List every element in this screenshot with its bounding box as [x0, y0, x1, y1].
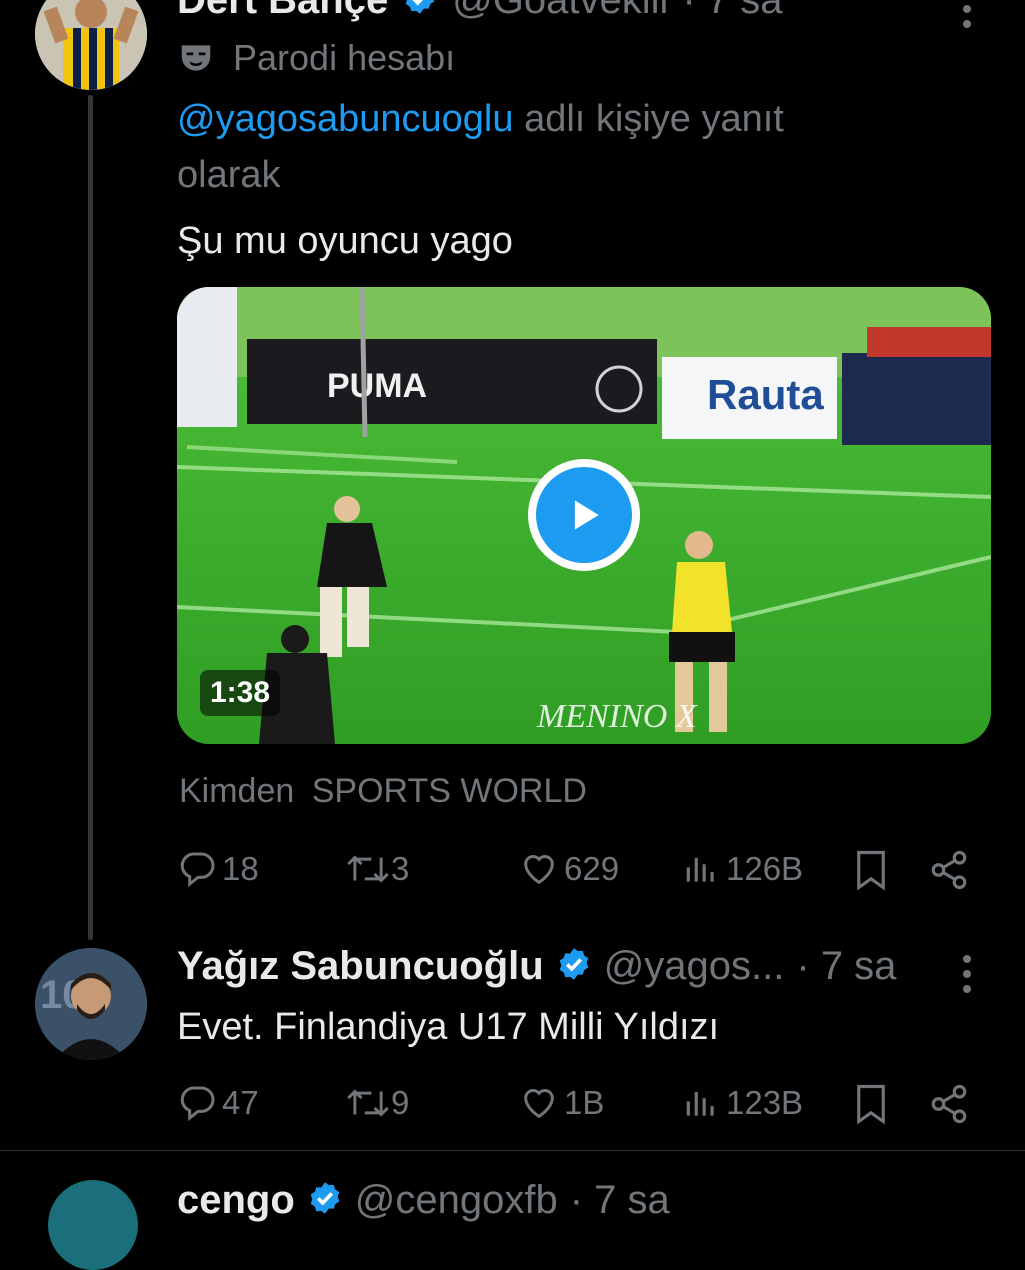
reply-button[interactable]: 47 [178, 1083, 259, 1123]
source-label: Kimden [179, 772, 295, 810]
heart-icon [524, 855, 554, 885]
bookmark-icon [857, 1084, 885, 1125]
source-attribution: Kimden SPORTS WORLD [179, 772, 587, 811]
avatar-image [35, 0, 147, 90]
more-options-icon[interactable] [961, 955, 973, 1000]
repost-button[interactable]: 9 [345, 1083, 409, 1123]
reply-to-link[interactable]: @yagosabuncuoglu [177, 98, 514, 140]
views-button[interactable]: 126B [682, 849, 803, 889]
video-duration: 1:38 [200, 670, 281, 716]
like-button[interactable]: 1B [518, 1083, 604, 1123]
like-button[interactable]: 629 [518, 849, 619, 889]
repost-icon [347, 1089, 389, 1117]
reply-count: 18 [222, 850, 259, 887]
verified-badge-icon [307, 1180, 343, 1221]
heart-icon [524, 1089, 554, 1119]
views-button[interactable]: 123B [682, 1083, 803, 1123]
tweet-header: cengo @cengoxfb · 7 sa [177, 1178, 670, 1223]
author-handle[interactable]: @Goatvekili [452, 0, 668, 23]
share-button[interactable] [928, 1083, 970, 1125]
reply-button[interactable]: 18 [178, 849, 259, 889]
play-icon [574, 500, 599, 530]
tweet-time[interactable]: · 7 sa [796, 944, 896, 989]
verified-badge-icon [402, 0, 438, 21]
like-count: 629 [564, 850, 620, 887]
repost-count: 3 [391, 850, 410, 887]
reply-icon [180, 852, 215, 888]
author-name[interactable]: Dert Bahçe [177, 0, 388, 23]
reply-to-suffix-2: olarak [177, 154, 281, 196]
bookmark-button[interactable] [853, 849, 889, 891]
ad-board-puma: PUMA [327, 367, 427, 405]
tweet-header: Yağız Sabuncuoğlu @yagos... · 7 sa [177, 944, 896, 989]
avatar[interactable] [35, 0, 147, 90]
bookmark-icon [857, 850, 885, 891]
author-handle[interactable]: @yagos... [604, 944, 785, 989]
reply-icon [180, 1086, 215, 1122]
repost-icon [347, 855, 389, 883]
tweet-text: Evet. Finlandiya U17 Milli Yıldızı [177, 1006, 720, 1048]
author-name[interactable]: Yağız Sabuncuoğlu [177, 944, 544, 989]
views-count: 123B [726, 1084, 804, 1121]
reply-context: @yagosabuncuoglu adlı kişiye yanıt olara… [177, 91, 937, 203]
ad-board-rauta: Rauta [707, 371, 824, 418]
share-icon [931, 1084, 967, 1124]
reply-count: 47 [222, 1084, 259, 1121]
source-name[interactable]: SPORTS WORLD [312, 772, 587, 810]
parody-text: Parodi hesabı [233, 37, 456, 78]
video-watermark: MENINO X [536, 698, 698, 735]
author-handle[interactable]: @cengoxfb [355, 1178, 558, 1223]
tweet-text: Şu mu oyuncu yago [177, 220, 513, 262]
reply-to-suffix: adlı kişiye yanıt [524, 98, 784, 140]
verified-badge-icon [556, 946, 592, 987]
views-count: 126B [726, 850, 804, 887]
repost-count: 9 [391, 1084, 410, 1121]
avatar-image: 10 [35, 948, 147, 1060]
avatar[interactable] [48, 1180, 138, 1270]
tweet-time[interactable]: · 7 sa [682, 0, 782, 23]
thread-line [88, 95, 93, 940]
share-icon [931, 850, 967, 890]
views-icon [686, 1091, 714, 1116]
author-name[interactable]: cengo [177, 1178, 295, 1223]
repost-button[interactable]: 3 [345, 849, 409, 889]
more-options-icon[interactable] [961, 0, 973, 35]
tweet-time[interactable]: · 7 sa [570, 1178, 670, 1223]
tweet-header: Dert Bahçe @Goatvekili · 7 sa [177, 0, 782, 23]
play-button[interactable] [528, 459, 640, 571]
parody-label: Parodi hesabı [177, 30, 455, 86]
mask-icon [181, 45, 211, 71]
bookmark-button[interactable] [853, 1083, 889, 1125]
divider [0, 1150, 1025, 1151]
avatar[interactable]: 10 [35, 948, 147, 1060]
share-button[interactable] [928, 849, 970, 891]
video-player[interactable]: PUMA Rauta MENINO X 1:38 [177, 287, 991, 744]
views-icon [686, 857, 714, 882]
like-count: 1B [564, 1084, 605, 1121]
